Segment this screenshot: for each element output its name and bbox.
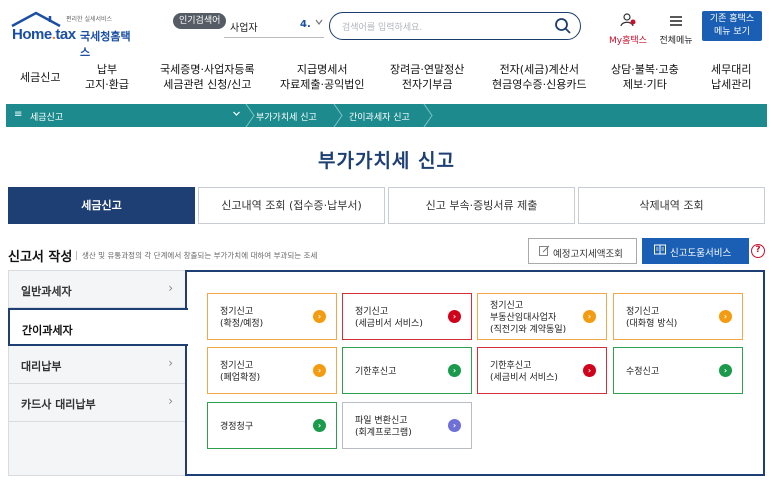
filing-options-panel: 정기신고 (확정/예정) › 정기신고 (세금비서 서비스) › 정기신고 부동산임대… (185, 270, 765, 476)
section-description: 생산 및 유통과정의 각 단계에서 창출되는 부가가치에 대하여 부과되는 조세 (75, 251, 318, 260)
hamburger-icon (670, 16, 682, 26)
user-icon (620, 13, 636, 27)
card-late-filing-tax-secretary[interactable]: 기한후신고 (세금비서 서비스) › (477, 347, 607, 394)
tab-deleted-history[interactable]: 삭제내역 조회 (578, 187, 765, 224)
chevron-down-icon[interactable] (232, 109, 241, 121)
arrow-right-icon: › (313, 364, 326, 377)
hometax-logo[interactable]: 편리한 실세서비스 Home.tax 국세청홈택스 (10, 10, 140, 59)
arrow-right-icon: › (719, 310, 732, 323)
popular-keyword-rank: 4. (300, 19, 311, 30)
all-menu-button[interactable]: 전체메뉴 (656, 12, 696, 46)
arrow-right-icon: › (313, 419, 326, 432)
arrow-right-icon: › (448, 310, 461, 323)
nav-item-payment-statement[interactable]: 지급명세서 자료제출·공익법인 (280, 62, 364, 92)
breadcrumb: ≡ 세금신고 부가가치세 신고 간이과세자 신고 (6, 104, 767, 127)
menu-icon[interactable]: ≡ (14, 109, 22, 120)
logo-tagline: 편리한 실세서비스 (66, 16, 113, 23)
tab-filing-history[interactable]: 신고내역 조회 (접수증·납부서) (198, 187, 385, 224)
logo-brand: Home.tax (12, 26, 76, 43)
my-hometax-label: My홈택스 (609, 36, 647, 46)
chevron-right-icon: › (168, 356, 173, 370)
legacy-menu-button[interactable]: 기존 홈택스 메뉴 보기 (702, 11, 762, 41)
all-menu-label: 전체메뉴 (659, 36, 693, 46)
popular-keyword-dropdown[interactable]: 사업자 4. (224, 14, 324, 38)
arrow-right-icon: › (448, 364, 461, 377)
tab-attachments[interactable]: 신고 부속·증빙서류 제출 (388, 187, 575, 224)
arrow-right-icon: › (583, 310, 596, 323)
page-title: 부가가치세 신고 (318, 150, 455, 172)
tab-tax-filing[interactable]: 세금신고 (8, 187, 195, 224)
top-bar: 편리한 실세서비스 Home.tax 국세청홈택스 인기검색어 사업자 4. 검… (0, 0, 773, 59)
arrow-right-icon: › (448, 419, 461, 432)
card-amended-filing[interactable]: 수정신고 › (613, 347, 743, 394)
card-file-conversion-filing[interactable]: 파일 변환신고 (회계프로그램) › (342, 402, 472, 449)
nav-item-incentives[interactable]: 장려금·연말정산 전자기부금 (390, 62, 464, 92)
card-regular-filing-real-estate[interactable]: 정기신고 부동산임대사업자 (직전기와 계약동일) › (477, 293, 607, 340)
sidebar-item-general-taxpayer[interactable]: 일반과세자 › (8, 270, 186, 308)
breadcrumb-root[interactable]: 세금신고 (30, 110, 63, 123)
breadcrumb-separator-icon (423, 104, 433, 127)
search-input[interactable]: 검색어를 입력하세요. (342, 20, 422, 33)
sidebar-item-card-proxy-payment[interactable]: 카드사 대리납부 › (8, 384, 186, 422)
popular-search-badge: 인기검색어 (173, 13, 227, 29)
nav-item-consultation[interactable]: 상담·불복·고충 제보·기타 (611, 62, 679, 92)
estimated-tax-lookup-button[interactable]: 예정고지세액조회 (528, 238, 637, 264)
book-icon (654, 244, 666, 258)
breadcrumb-level3[interactable]: 간이과세자 신고 (349, 110, 410, 123)
arrow-right-icon: › (583, 364, 596, 377)
popular-keyword[interactable]: 사업자 (230, 19, 258, 34)
card-correction-claim[interactable]: 경정청구 › (207, 402, 337, 449)
filing-help-service-button[interactable]: 신고도움서비스 (642, 238, 749, 264)
card-regular-filing-interactive[interactable]: 정기신고 (대화형 방식) › (613, 293, 743, 340)
card-regular-filing-closure[interactable]: 정기신고 (폐업확정) › (207, 347, 337, 394)
section-title: 신고서 작성 (8, 250, 73, 265)
card-regular-filing[interactable]: 정기신고 (확정/예정) › (207, 293, 337, 340)
chevron-right-icon: › (168, 281, 173, 295)
search-box[interactable]: 검색어를 입력하세요. (329, 12, 581, 40)
main-navigation: 세금신고 납부 고지·환급 국세증명·사업자등록 세금관련 신청/신고 지급명세서 자… (0, 60, 773, 100)
my-hometax-button[interactable]: My홈택스 (606, 12, 650, 46)
breadcrumb-level2[interactable]: 부가가치세 신고 (256, 110, 317, 123)
sidebar-item-simplified-taxpayer[interactable]: 간이과세자 (8, 308, 188, 346)
card-late-filing[interactable]: 기한후신고 › (342, 347, 472, 394)
edit-icon (539, 245, 550, 259)
breadcrumb-separator-icon (245, 104, 255, 127)
help-icon[interactable]: ? (751, 244, 765, 258)
card-regular-filing-tax-secretary[interactable]: 정기신고 (세금비서 서비스) › (342, 293, 472, 340)
sidebar-item-proxy-payment[interactable]: 대리납부 › (8, 346, 186, 384)
sidebar-filler (8, 422, 186, 476)
chevron-down-icon[interactable] (314, 17, 324, 30)
arrow-right-icon: › (719, 364, 732, 377)
taxpayer-type-menu: 일반과세자 › 간이과세자 대리납부 › 카드사 대리납부 › (8, 270, 188, 476)
logo-korean-name: 국세청홈택스 (80, 30, 131, 59)
breadcrumb-separator-icon (333, 104, 343, 127)
nav-item-tax-filing[interactable]: 세금신고 (20, 70, 60, 85)
nav-item-e-invoice[interactable]: 전자(세금)계산서 현금영수증·신용카드 (492, 62, 587, 92)
nav-item-certificates[interactable]: 국세증명·사업자등록 세금관련 신청/신고 (160, 62, 255, 92)
arrow-right-icon: › (313, 310, 326, 323)
nav-item-payment[interactable]: 납부 고지·환급 (85, 62, 129, 92)
nav-item-tax-agent[interactable]: 세무대리 납세관리 (711, 62, 751, 92)
chevron-right-icon: › (168, 394, 173, 408)
search-icon[interactable] (554, 17, 572, 39)
